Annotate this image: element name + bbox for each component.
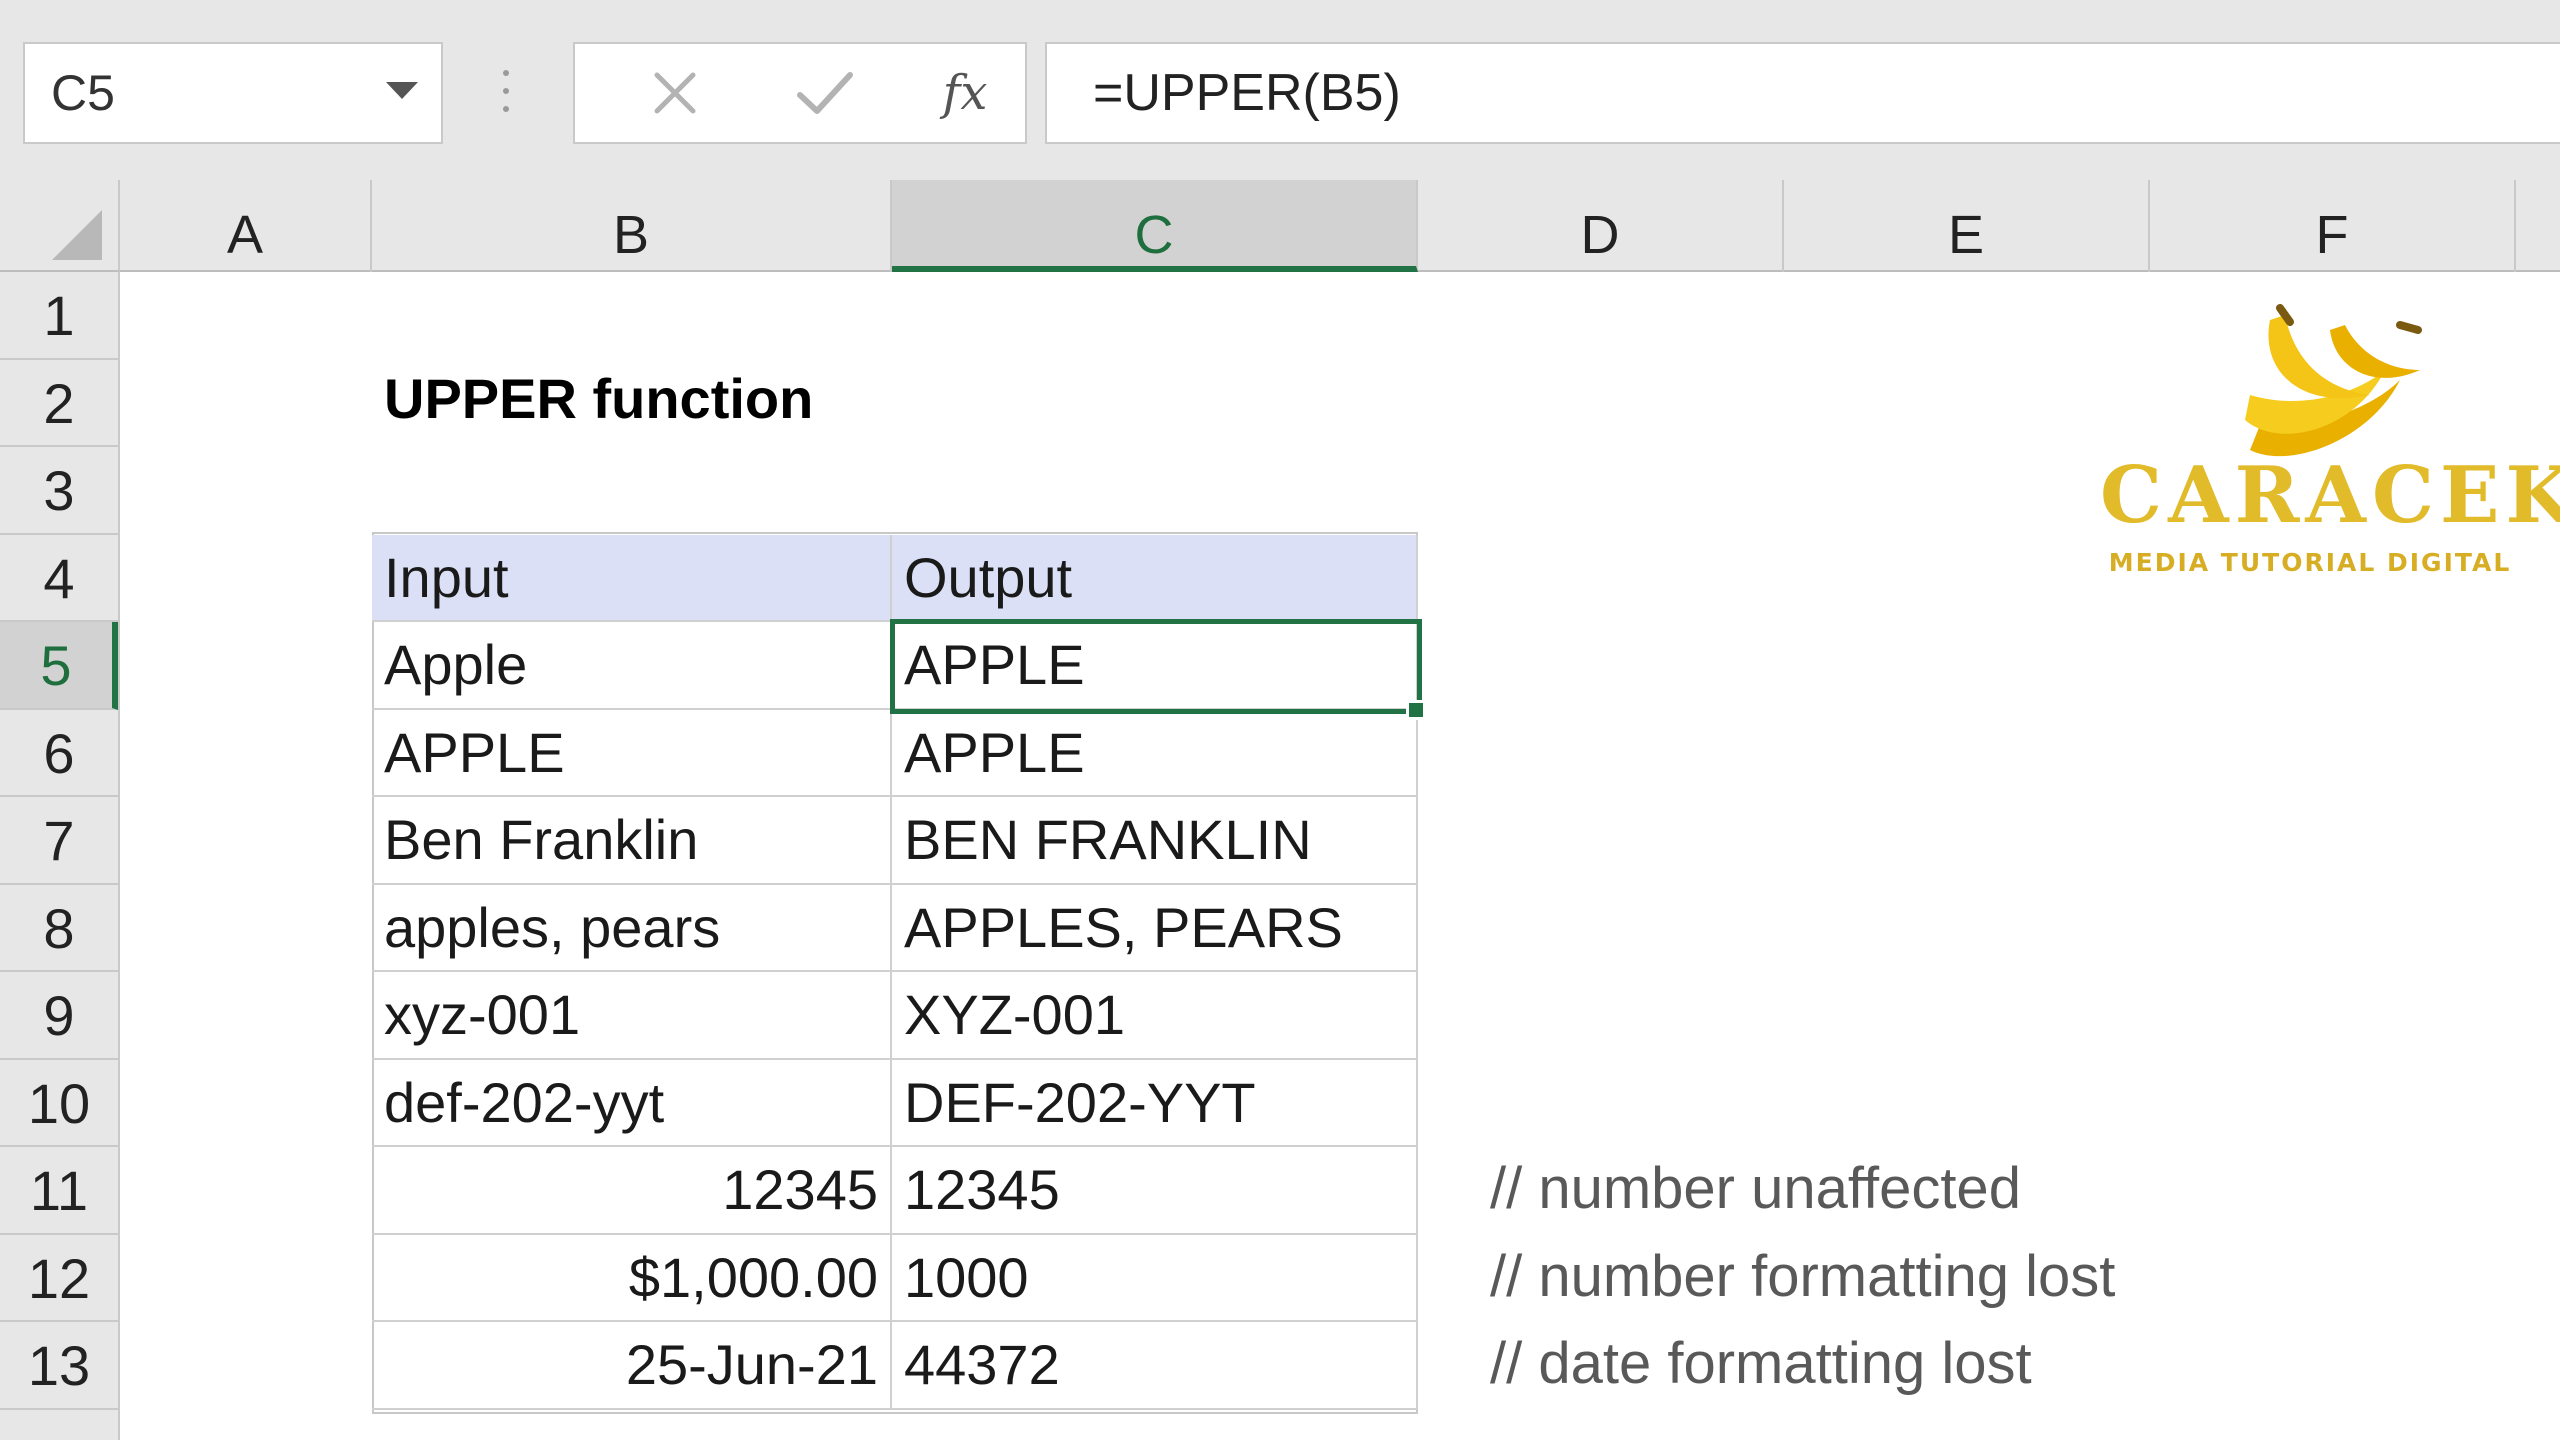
row-header-1[interactable]: 1 — [0, 272, 118, 360]
row-header-12[interactable]: 12 — [0, 1235, 118, 1322]
output-cell[interactable]: DEF-202-YYT — [892, 1059, 1418, 1147]
input-cell[interactable]: 25-Jun-21 — [372, 1322, 892, 1410]
input-cell[interactable]: 12345 — [372, 1147, 892, 1235]
fill-handle[interactable] — [1406, 700, 1426, 720]
logo-tagline: MEDIA TUTORIAL DIGITAL — [2108, 548, 2512, 577]
sheet-title[interactable]: UPPER function — [384, 366, 813, 431]
row-headers: 1 2 3 4 5 6 7 8 9 10 11 12 13 — [0, 272, 120, 1440]
row-header-6[interactable]: 6 — [0, 710, 118, 797]
cancel-button[interactable] — [625, 44, 725, 142]
active-cell-border — [890, 619, 1422, 714]
row-header-13[interactable]: 13 — [0, 1322, 118, 1410]
output-cell[interactable]: APPLE — [892, 709, 1418, 797]
checkmark-icon — [797, 72, 853, 114]
drag-grip-icon[interactable] — [503, 70, 511, 120]
formula-input[interactable]: =UPPER(B5) — [1045, 42, 2560, 144]
input-cell[interactable]: def-202-yyt — [372, 1059, 892, 1147]
column-header-f[interactable]: F — [2150, 180, 2516, 272]
row-header-5[interactable]: 5 — [0, 622, 118, 710]
insert-function-button[interactable]: fx — [915, 44, 1015, 142]
input-cell[interactable]: apples, pears — [372, 884, 892, 972]
input-cell[interactable]: APPLE — [372, 709, 892, 797]
row-header-8[interactable]: 8 — [0, 885, 118, 972]
row-header-10[interactable]: 10 — [0, 1060, 118, 1147]
row-header-4[interactable]: 4 — [0, 535, 118, 622]
row-header-9[interactable]: 9 — [0, 972, 118, 1060]
column-headers: ABCDEF — [120, 180, 2560, 272]
name-box[interactable]: C5 — [23, 42, 443, 144]
note-comment: // number formatting lost — [1490, 1243, 2116, 1309]
input-cell[interactable]: $1,000.00 — [372, 1234, 892, 1322]
input-cell[interactable]: Apple — [372, 622, 892, 710]
select-all-triangle-icon — [52, 210, 102, 260]
close-icon — [654, 72, 696, 114]
header-cell-input[interactable]: Input — [372, 534, 892, 622]
input-cell[interactable]: Ben Franklin — [372, 797, 892, 885]
column-header-b[interactable]: B — [372, 180, 892, 272]
output-cell[interactable]: APPLES, PEARS — [892, 884, 1418, 972]
output-cell[interactable]: 44372 — [892, 1322, 1418, 1410]
function-icon: fx — [942, 65, 988, 121]
output-cell[interactable]: 1000 — [892, 1234, 1418, 1322]
header-cell-output[interactable]: Output — [892, 534, 1418, 622]
column-header-c[interactable]: C — [892, 180, 1418, 272]
input-cell[interactable]: xyz-001 — [372, 972, 892, 1060]
row-header-11[interactable]: 11 — [0, 1147, 118, 1235]
note-comment: // date formatting lost — [1490, 1331, 2032, 1396]
banana-icon — [2245, 304, 2422, 457]
enter-button[interactable] — [775, 44, 875, 142]
logo: CARACEK MEDIA TUTORIAL DIGITAL — [2100, 300, 2560, 590]
chevron-down-icon[interactable] — [386, 82, 418, 99]
column-header-a[interactable]: A — [120, 180, 372, 272]
column-header-d[interactable]: D — [1418, 180, 1784, 272]
output-cell[interactable]: BEN FRANKLIN — [892, 797, 1418, 885]
row-header-3[interactable]: 3 — [0, 447, 118, 535]
output-cell[interactable]: XYZ-001 — [892, 972, 1418, 1060]
note-comment: // number unaffected — [1490, 1156, 2021, 1221]
formula-buttons: fx — [573, 42, 1027, 144]
output-cell[interactable]: 12345 — [892, 1147, 1418, 1235]
row-header-7[interactable]: 7 — [0, 797, 118, 885]
column-header-e[interactable]: E — [1784, 180, 2150, 272]
logo-wordmark: CARACEK — [2100, 450, 2560, 541]
row-header-2[interactable]: 2 — [0, 360, 118, 447]
